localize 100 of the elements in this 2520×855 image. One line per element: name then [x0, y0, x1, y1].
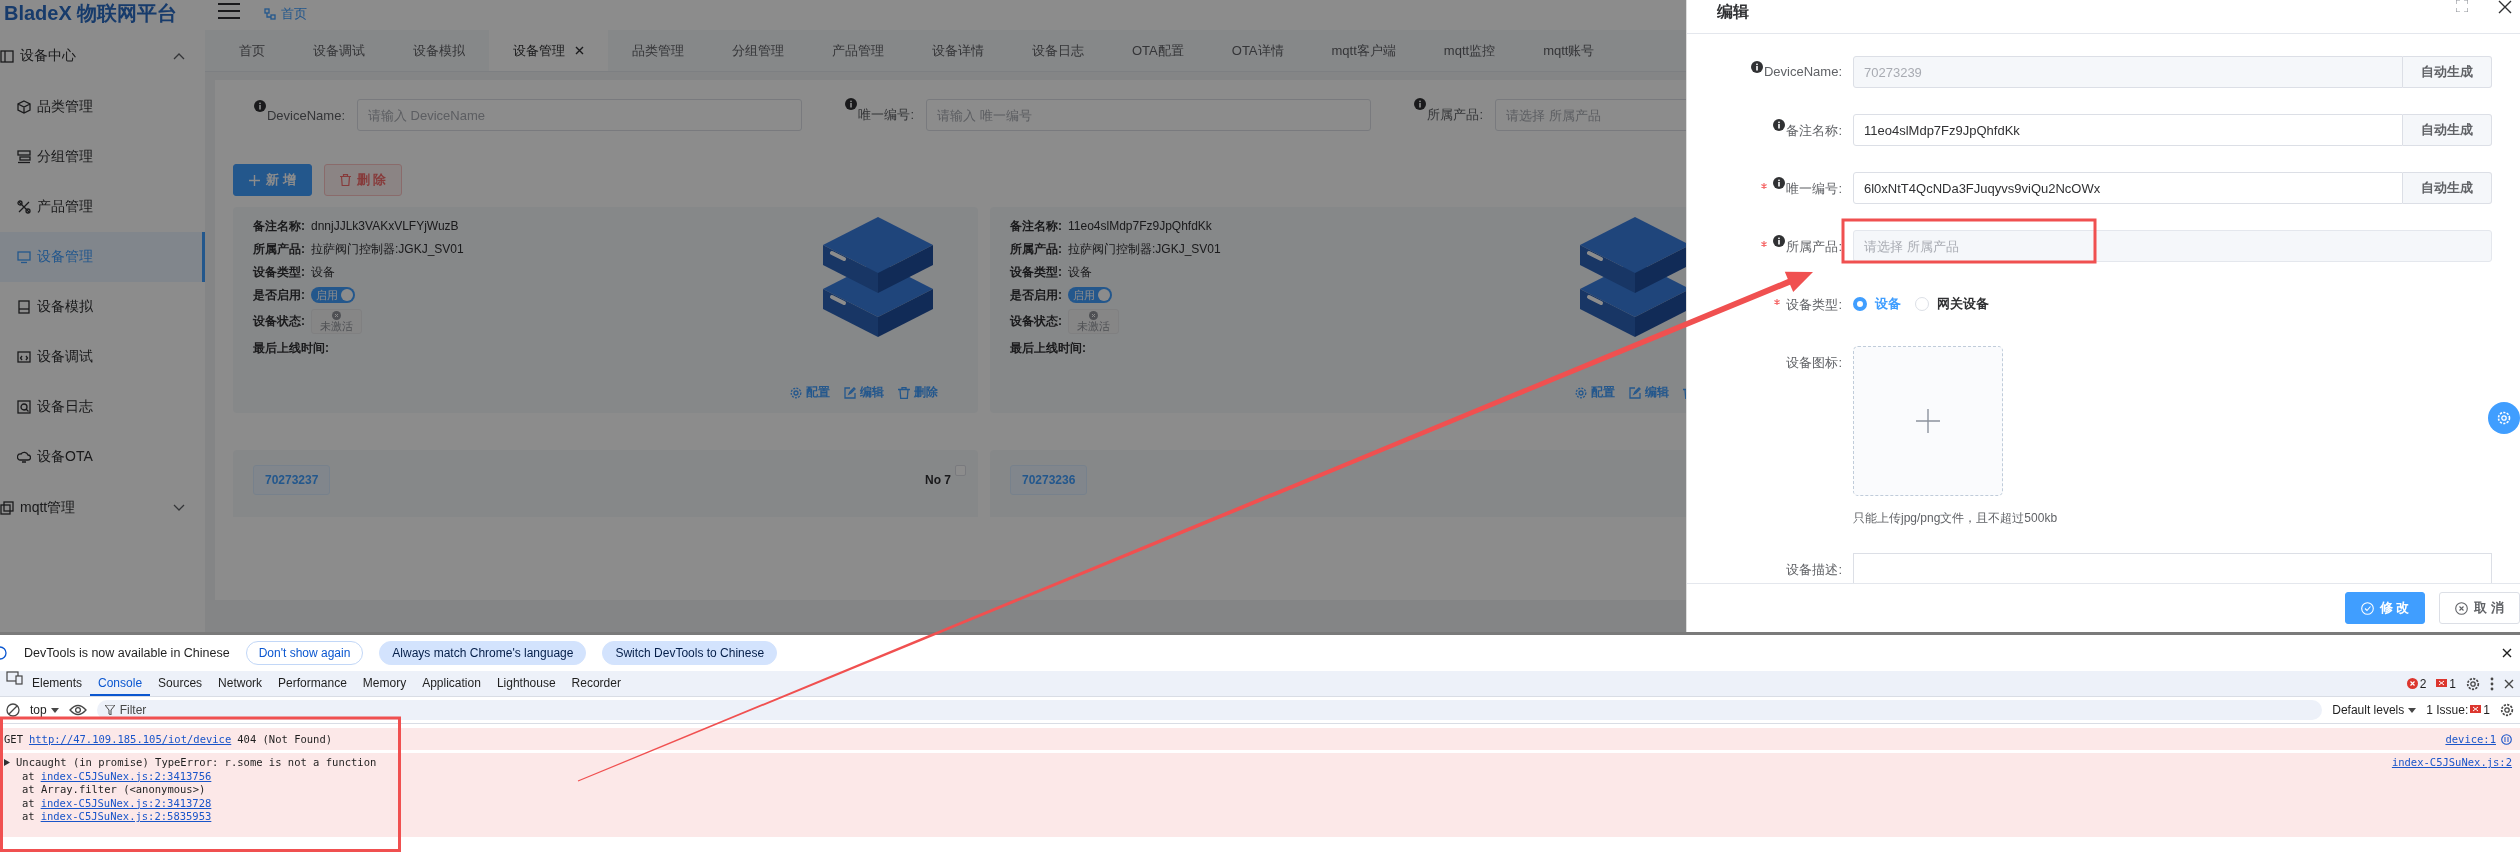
devtools-tab[interactable]: Sources [150, 671, 211, 696]
error-count[interactable]: 2 [2406, 676, 2427, 691]
field-value: 拉萨阀门控制器:JGKJ_SV01 [1068, 240, 1221, 258]
upload-hint: 只能上传jpg/png文件，且不超过500kb [1853, 510, 2058, 527]
tab[interactable]: 设备模拟 [389, 30, 489, 71]
field-label: 唯一编号: [1786, 180, 1842, 198]
plus-icon [249, 174, 260, 186]
close-icon[interactable] [2504, 678, 2514, 689]
issues-button[interactable]: 1 Issue: 1 [2426, 703, 2490, 717]
sidebar-group[interactable]: 设备中心 [0, 30, 205, 82]
device-toggle-icon[interactable] [6, 671, 24, 685]
device-id-tag: 70273236 [1010, 465, 1088, 495]
devtools-tab[interactable]: Console [90, 671, 151, 696]
tab[interactable]: 设备调试 [289, 30, 389, 71]
context-dropdown[interactable]: top [30, 703, 59, 717]
tab[interactable]: mqtt账号 [1519, 30, 1619, 71]
field-label: 最后上线时间: [253, 339, 329, 357]
sidebar-item[interactable]: 品类管理 [0, 82, 205, 132]
tab[interactable]: 设备日志 [1008, 30, 1108, 71]
radio-option[interactable]: 设备 [1853, 295, 1901, 313]
tab[interactable]: 设备详情 [908, 30, 1008, 71]
field-label: 所属产品: [253, 240, 305, 258]
tab[interactable]: mqtt监控 [1419, 30, 1520, 71]
generate-button[interactable]: 自动生成 [2403, 172, 2492, 204]
error-text: Uncaught (in promise) TypeError: r.some is not a function [16, 756, 377, 769]
info-icon [1414, 98, 1427, 110]
sidebar-item[interactable]: 分组管理 [0, 132, 205, 182]
tab[interactable]: 分组管理 [708, 30, 808, 71]
chevron-down-icon[interactable] [173, 504, 185, 512]
field-label: 是否启用: [253, 286, 305, 304]
caret-icon [50, 707, 59, 713]
devtools-tab[interactable]: Lighthouse [488, 671, 564, 696]
settings-icon[interactable] [2466, 676, 2480, 691]
cancel-button[interactable]: 取 消 [2439, 592, 2520, 624]
caret-icon [2408, 707, 2417, 713]
tab[interactable]: 产品管理 [808, 30, 908, 71]
settings-icon [2497, 411, 2511, 425]
field-label: 设备图标: [1786, 354, 1842, 372]
settings-icon[interactable] [2500, 703, 2514, 717]
close-circle-icon [332, 311, 341, 320]
tab[interactable]: 首页 [215, 30, 289, 71]
sidebar-item[interactable]: 设备调试 [0, 332, 205, 382]
field-label: 设备类型: [253, 263, 305, 281]
levels-dropdown[interactable]: Default levels [2332, 703, 2417, 717]
field-label: DeviceName: [1763, 64, 1842, 79]
input-field[interactable]: 6l0xNtT4QcNDa3FJuqyvs9viQu2NcOWx [1853, 172, 2403, 204]
sidebar-item[interactable]: 设备OTA [0, 432, 205, 482]
issue-count[interactable]: 1 [2436, 676, 2456, 691]
list-icon [17, 150, 31, 164]
stack-text: at Array.filter (<anonymous>) [22, 783, 206, 796]
expand-triangle-icon[interactable] [4, 758, 10, 766]
edit-icon [1629, 386, 1641, 399]
input-field[interactable]: 11eo4slMdp7Fz9JpQhfdKk [1853, 114, 2403, 146]
infobar-button[interactable]: Always match Chrome's language [379, 641, 587, 665]
more-icon[interactable] [2490, 676, 2494, 691]
devtools-tab[interactable]: Recorder [563, 671, 629, 696]
clear-console-icon[interactable] [6, 703, 20, 717]
tab[interactable]: OTA详情 [1207, 30, 1308, 71]
close-icon[interactable] [2498, 0, 2512, 14]
radio-option[interactable]: 网关设备 [1915, 295, 1989, 313]
sidebar-item[interactable]: 设备日志 [0, 382, 205, 432]
infobar-button[interactable]: Switch DevTools to Chinese [602, 641, 778, 665]
edit-icon [844, 386, 856, 399]
devtools-tab[interactable]: Performance [270, 671, 355, 696]
code-icon [17, 350, 31, 364]
stack-link[interactable]: index-C5JSuNex.js:2:5835953 [40, 810, 212, 823]
devtools-tab[interactable]: Application [414, 671, 489, 696]
info-icon [253, 99, 266, 112]
eye-icon[interactable] [68, 704, 87, 716]
devtools-tab[interactable]: Elements [24, 671, 91, 696]
chevron-up-icon[interactable] [173, 52, 185, 60]
issue-flag-icon [2470, 705, 2482, 715]
save-button[interactable]: 修 改 [2344, 592, 2426, 624]
field-label: 是否启用: [1010, 286, 1062, 304]
tab[interactable]: mqtt客户端 [1307, 30, 1420, 71]
filter-field[interactable]: Filter [96, 700, 2323, 720]
sidebar-item[interactable]: 产品管理 [0, 182, 205, 232]
stack-link[interactable]: index-C5JSuNex.js:2:3413756 [40, 769, 212, 782]
menu-icon[interactable] [218, 2, 240, 20]
close-icon[interactable] [2502, 648, 2512, 658]
sidebar-item[interactable]: 设备模拟 [0, 282, 205, 332]
stack-link[interactable]: index-C5JSuNex.js:2:3413728 [40, 796, 212, 809]
url-link[interactable]: http://47.109.185.105/iot/device [28, 732, 232, 746]
source-link[interactable]: device:1 [2445, 733, 2496, 745]
tab[interactable]: 设备管理 [489, 30, 608, 71]
cloud-icon [17, 450, 31, 464]
stack-text: at [22, 796, 35, 809]
generate-button[interactable]: 自动生成 [2403, 114, 2492, 146]
network-icon[interactable] [2501, 733, 2512, 745]
field-label: 设备描述: [1786, 561, 1842, 579]
trash-icon [898, 386, 910, 399]
devtools-tab[interactable]: Memory [354, 671, 415, 696]
devtools-tab[interactable]: Network [210, 671, 271, 696]
filter-icon [104, 705, 115, 715]
tab[interactable]: 品类管理 [608, 30, 708, 71]
tab[interactable]: OTA配置 [1108, 30, 1208, 71]
infobar-button[interactable]: Don't show again [245, 641, 364, 665]
source-link[interactable]: index-C5JSuNex.js:2 [2391, 756, 2512, 823]
sidebar-group[interactable]: mqtt管理 [0, 482, 205, 534]
info-icon [0, 646, 8, 660]
